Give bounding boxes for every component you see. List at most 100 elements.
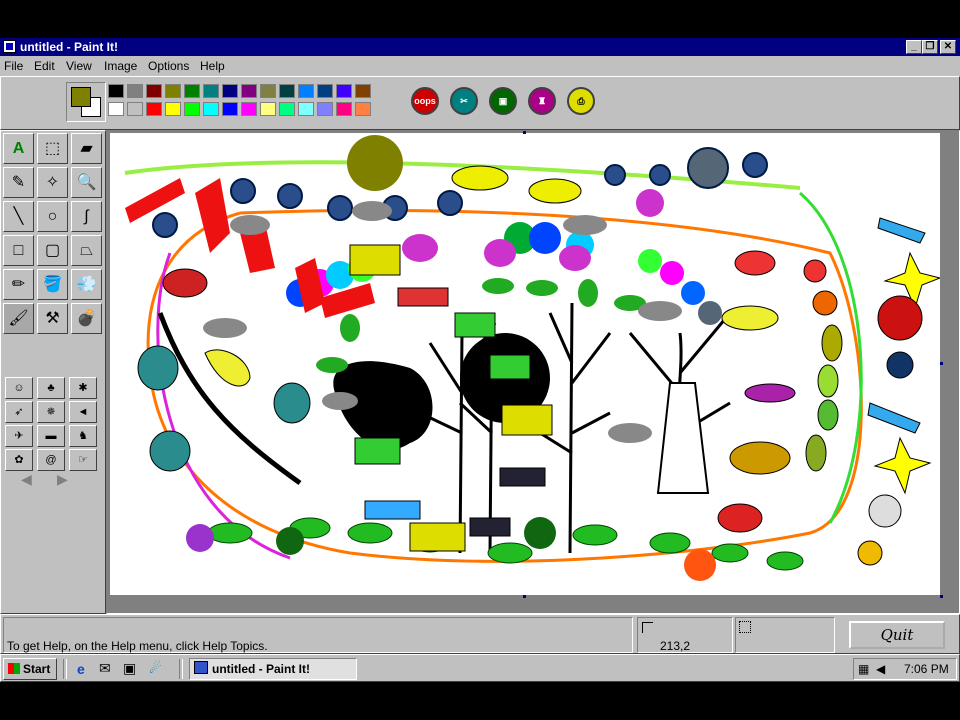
desktop-icon[interactable]: ▣ [123, 660, 136, 677]
palette-swatch[interactable] [222, 102, 238, 116]
tool-brush[interactable]: 🖌 [3, 303, 34, 334]
palette-swatch[interactable] [355, 102, 371, 116]
palette-swatch[interactable] [241, 84, 257, 98]
palette-swatch[interactable] [146, 84, 162, 98]
palette-swatch[interactable] [260, 102, 276, 116]
oops-button[interactable]: oops [411, 87, 439, 115]
menu-edit[interactable]: Edit [34, 59, 55, 73]
speaker-icon[interactable]: ◀ [876, 662, 885, 676]
scissors-button[interactable]: ✂ [450, 87, 478, 115]
internet-explorer-icon[interactable]: e [77, 661, 85, 677]
palette-swatch[interactable] [108, 102, 124, 116]
menu-file[interactable]: File [4, 59, 23, 73]
palette-swatch[interactable] [108, 84, 124, 98]
app-icon[interactable] [3, 40, 16, 53]
channels-icon[interactable]: ☄ [149, 660, 162, 677]
close-button[interactable]: ✕ [940, 40, 956, 54]
start-button[interactable]: Start [3, 658, 57, 680]
tool-rounded-rect[interactable]: ▢ [37, 235, 68, 266]
curve-icon: ∫ [84, 208, 89, 225]
menu-options[interactable]: Options [148, 59, 189, 73]
stamp-car[interactable]: ▬ [37, 425, 65, 447]
tool-polygon[interactable]: ⏢ [71, 235, 102, 266]
menu-image[interactable]: Image [104, 59, 137, 73]
palette-swatch[interactable] [203, 102, 219, 116]
stamp-spiral[interactable]: @ [37, 449, 65, 471]
palette-swatch[interactable] [222, 84, 238, 98]
tool-rectangle[interactable]: □ [3, 235, 34, 266]
stamp-smiley[interactable]: ☺ [5, 377, 33, 399]
rocket-icon: ➶ [14, 406, 24, 418]
stamp-frog[interactable]: ✿ [5, 449, 33, 471]
palette-swatch[interactable] [165, 84, 181, 98]
minimize-button[interactable]: _ [906, 40, 922, 54]
stamp-scroll-right[interactable]: ▶ [57, 471, 68, 488]
tool-magnifier[interactable]: 🔍 [71, 167, 102, 198]
stamp-fish[interactable]: ◄ [69, 401, 97, 423]
pencil-icon: ✏ [11, 276, 26, 293]
palette-swatch[interactable] [260, 84, 276, 98]
palette-swatch[interactable] [127, 84, 143, 98]
palette-swatch[interactable] [336, 102, 352, 116]
tool-spray[interactable]: 💨 [71, 269, 102, 300]
stamp-hand[interactable]: ☞ [69, 449, 97, 471]
tool-bomb[interactable]: 💣 [71, 303, 102, 334]
polygon-icon: ⏢ [80, 242, 93, 259]
stamp-tree[interactable]: ♣ [37, 377, 65, 399]
resize-handle-bottom-right[interactable] [940, 595, 943, 598]
color-selector[interactable] [66, 82, 106, 122]
tool-pencil[interactable]: ✏ [3, 269, 34, 300]
menu-help[interactable]: Help [200, 59, 225, 73]
tool-stamp[interactable]: ⚒ [37, 303, 68, 334]
palette-swatch[interactable] [279, 84, 295, 98]
resize-handle-bottom-mid[interactable] [523, 595, 526, 598]
outlook-icon[interactable]: ✉ [99, 660, 111, 677]
tool-select-rect[interactable]: ⬚ [37, 133, 68, 164]
palette-swatch[interactable] [317, 84, 333, 98]
stamp-rocket[interactable]: ➶ [5, 401, 33, 423]
tool-dropper[interactable]: ✎ [3, 167, 34, 198]
tool-fill[interactable]: 🪣 [37, 269, 68, 300]
palette-swatch[interactable] [317, 102, 333, 116]
tool-ellipse[interactable]: ○ [37, 201, 68, 232]
palette-swatch[interactable] [298, 102, 314, 116]
tray-icon-1[interactable]: ▦ [858, 662, 869, 676]
bottle-button[interactable]: ♜ [528, 87, 556, 115]
maximize-button[interactable]: ❐ [922, 40, 938, 54]
tool-select-free[interactable]: ✧ [37, 167, 68, 198]
palette-swatch[interactable] [279, 102, 295, 116]
menu-view[interactable]: View [66, 59, 92, 73]
resize-handle-top-mid[interactable] [523, 131, 526, 134]
tool-line[interactable]: ╲ [3, 201, 34, 232]
bottle-icon: ♜ [537, 96, 547, 106]
palette-swatch[interactable] [298, 84, 314, 98]
quicklaunch-divider [63, 659, 67, 679]
palette-swatch[interactable] [165, 102, 181, 116]
smiley-icon: ☺ [13, 382, 25, 394]
palette-swatch[interactable] [184, 102, 200, 116]
scissors-icon: ✂ [460, 96, 468, 106]
stamp-scroll-left[interactable]: ◀ [21, 471, 32, 488]
palette-swatch[interactable] [184, 84, 200, 98]
stamp-shuttle[interactable]: ✈ [5, 425, 33, 447]
drawing-canvas[interactable] [110, 133, 940, 595]
tree-icon: ♣ [47, 382, 55, 394]
palette-swatch[interactable] [146, 102, 162, 116]
stamp-bug[interactable]: ✱ [69, 377, 97, 399]
camera-button[interactable]: ▣ [489, 87, 517, 115]
palette-swatch[interactable] [203, 84, 219, 98]
palette-swatch[interactable] [336, 84, 352, 98]
tool-eraser[interactable]: ▰ [71, 133, 102, 164]
palette-swatch[interactable] [127, 102, 143, 116]
palette-swatch[interactable] [241, 102, 257, 116]
clock[interactable]: 7:06 PM [904, 662, 949, 676]
tool-curve[interactable]: ∫ [71, 201, 102, 232]
resize-handle-right-mid[interactable] [940, 362, 943, 365]
tool-text[interactable]: A [3, 133, 34, 164]
stamp-spider[interactable]: ✵ [37, 401, 65, 423]
stamp-dog[interactable]: ♞ [69, 425, 97, 447]
printer-button[interactable]: ⎙ [567, 87, 595, 115]
palette-swatch[interactable] [355, 84, 371, 98]
quit-button[interactable]: Quit [849, 621, 945, 649]
task-button-paint-it[interactable]: untitled - Paint It! [189, 658, 357, 680]
